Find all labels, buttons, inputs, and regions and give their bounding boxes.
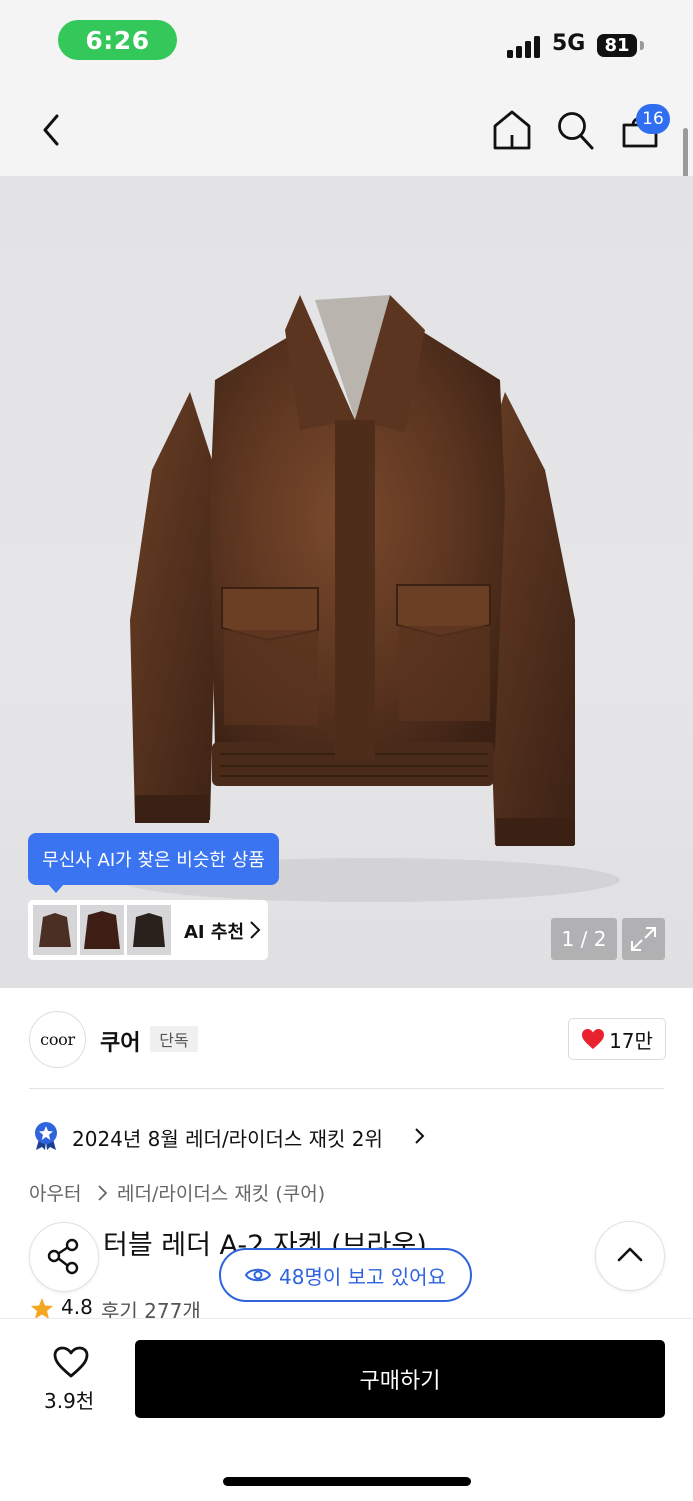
recommend-thumb[interactable] <box>80 905 124 955</box>
home-indicator <box>223 1477 471 1486</box>
battery-tip <box>640 41 644 50</box>
back-icon[interactable] <box>38 112 64 148</box>
image-counter: 1 / 2 <box>551 918 617 960</box>
home-icon[interactable] <box>492 109 532 151</box>
eye-icon <box>245 1268 272 1282</box>
search-icon[interactable] <box>556 110 596 152</box>
heart-filled-icon <box>582 1029 605 1049</box>
scroll-to-top-button[interactable] <box>595 1221 665 1291</box>
heart-outline-icon[interactable] <box>52 1345 90 1379</box>
expand-icon <box>631 927 656 951</box>
chevron-right-icon <box>415 1128 425 1144</box>
jacket-thumb-image <box>133 913 165 947</box>
ai-similar-tooltip[interactable]: 무신사 AI가 찾은 비슷한 상품 <box>28 833 279 885</box>
divider <box>29 1088 664 1089</box>
brand-like-button[interactable]: 17만 <box>568 1018 666 1060</box>
share-button[interactable] <box>29 1222 99 1292</box>
signal-icon <box>507 36 543 58</box>
jacket-thumb-image <box>84 911 120 949</box>
chevron-up-icon <box>617 1247 643 1262</box>
brand-like-count: 17만 <box>609 1028 653 1053</box>
wish-count: 3.9천 <box>44 1389 95 1413</box>
exclusive-badge: 단독 <box>150 1026 198 1052</box>
brand-logo[interactable]: coor <box>29 1011 86 1068</box>
network-label: 5G <box>552 31 586 56</box>
status-time: 6:26 <box>58 20 177 60</box>
chevron-right-icon <box>250 921 261 939</box>
viewers-indicator: 48명이 보고 있어요 <box>219 1248 472 1302</box>
recommend-thumb[interactable] <box>127 905 171 955</box>
breadcrumb-separator-icon <box>98 1185 108 1201</box>
viewers-text: 48명이 보고 있어요 <box>279 1264 446 1289</box>
breadcrumb-category[interactable]: 아우터 <box>29 1179 81 1206</box>
star-icon <box>31 1298 53 1319</box>
expand-image-button[interactable] <box>622 918 665 960</box>
ranking-text[interactable]: 2024년 8월 레더/라이더스 재킷 2위 <box>72 1123 383 1152</box>
tooltip-tail <box>48 884 64 893</box>
buy-button[interactable]: 구매하기 <box>135 1340 665 1418</box>
ranking-badge-icon <box>35 1122 57 1150</box>
cart-count-badge: 16 <box>636 104 670 134</box>
recommend-thumb[interactable] <box>33 905 77 955</box>
share-icon <box>47 1238 79 1275</box>
ai-recommend-label[interactable]: AI 추천 <box>184 918 244 944</box>
rating-value: 4.8 <box>61 1295 93 1319</box>
breadcrumb-subcategory[interactable]: 레더/라이더스 재킷 (쿠어) <box>117 1179 325 1206</box>
brand-name[interactable]: 쿠어 <box>100 1025 140 1057</box>
jacket-thumb-image <box>39 913 71 947</box>
battery-icon: 81 <box>597 34 637 57</box>
